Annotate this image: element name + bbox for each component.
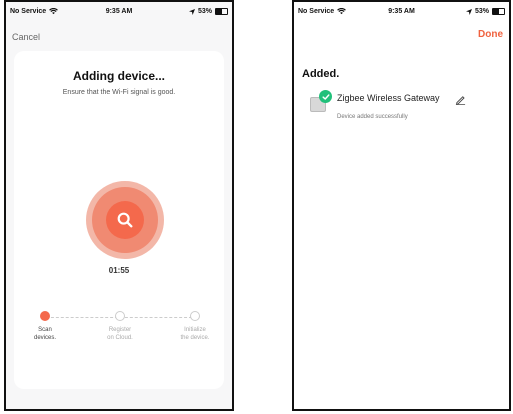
step-pending-dot-icon bbox=[115, 311, 125, 321]
cancel-button[interactable]: Cancel bbox=[12, 32, 40, 42]
status-bar: No Service 9:35 AM 53% bbox=[294, 8, 509, 22]
step-scan: Scan devices. bbox=[20, 311, 70, 342]
device-name[interactable]: Zigbee Wireless Gateway bbox=[337, 93, 440, 103]
progress-card: Adding device... Ensure that the Wi-Fi s… bbox=[14, 51, 224, 389]
step-label-line1: Register bbox=[108, 327, 132, 333]
step-pending-dot-icon bbox=[190, 311, 200, 321]
status-bar: No Service 9:35 AM 53% bbox=[6, 8, 232, 22]
step-active-dot-icon bbox=[40, 311, 50, 321]
scan-indicator bbox=[86, 181, 164, 259]
adding-device-screen: No Service 9:35 AM 53% Cancel Adding dev… bbox=[4, 0, 234, 411]
battery-icon bbox=[492, 8, 505, 15]
location-arrow-icon bbox=[188, 8, 195, 15]
wifi-hint: Ensure that the Wi-Fi signal is good. bbox=[62, 89, 176, 96]
device-added-screen: No Service 9:35 AM 53% Done Added. Zigbe… bbox=[292, 0, 511, 411]
page-title: Adding device... bbox=[72, 69, 165, 83]
step-label-line1: Scan bbox=[38, 327, 52, 333]
device-status: Device added successfully bbox=[337, 114, 408, 120]
battery-icon bbox=[215, 8, 228, 15]
edit-pencil-icon[interactable] bbox=[455, 92, 466, 110]
step-label-line2: devices. bbox=[33, 335, 56, 341]
location-arrow-icon bbox=[465, 8, 472, 15]
done-button[interactable]: Done bbox=[478, 29, 503, 40]
search-icon bbox=[117, 212, 133, 228]
step-label-line2: the device. bbox=[180, 335, 210, 341]
step-register: Register on Cloud. bbox=[95, 311, 145, 342]
section-title: Added. bbox=[302, 68, 340, 80]
step-initialize: Initialize the device. bbox=[170, 311, 220, 342]
step-label-line2: on Cloud. bbox=[107, 335, 133, 341]
check-icon bbox=[319, 90, 332, 103]
countdown-timer: 01:55 bbox=[108, 266, 130, 275]
step-label-line1: Initialize bbox=[184, 327, 206, 333]
battery-percent: 53% bbox=[474, 8, 489, 15]
battery-percent: 53% bbox=[197, 8, 212, 15]
